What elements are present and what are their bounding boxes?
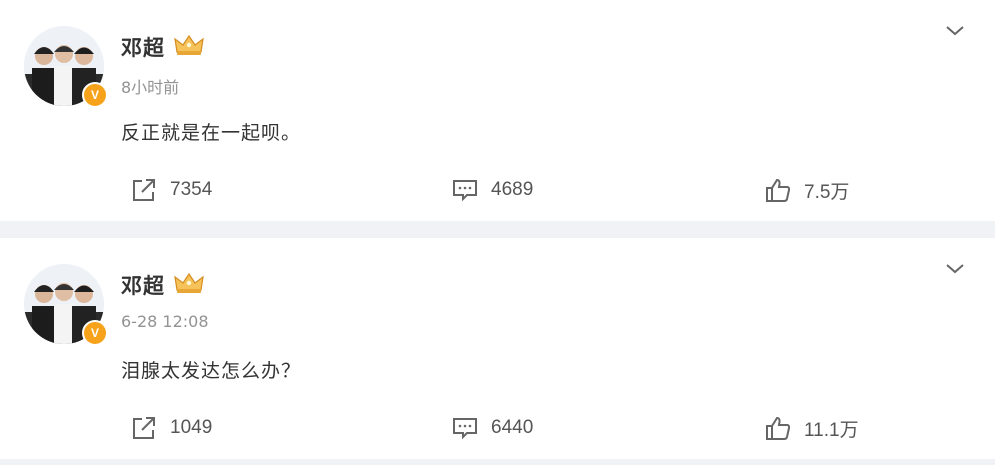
crown-icon	[174, 34, 204, 55]
repost-count: 7354	[170, 179, 213, 200]
comment-count: 6440	[491, 417, 534, 438]
crown-icon	[174, 272, 204, 293]
thumbs-up-icon	[766, 416, 791, 440]
username[interactable]: 邓超	[121, 32, 165, 62]
repost-icon	[133, 417, 155, 439]
verified-badge: V	[82, 320, 108, 346]
like-button[interactable]: 11.1万	[764, 412, 859, 444]
chevron-down-icon[interactable]	[943, 260, 967, 276]
repost-icon	[133, 179, 155, 201]
comment-button[interactable]: 4689	[451, 174, 533, 206]
repost-button[interactable]: 7354	[130, 174, 212, 206]
post-card: V 邓超 6-28 12:08 泪腺太发达怎么办？ 1049 6440 11.1…	[0, 238, 995, 459]
like-count: 7.5万	[804, 181, 850, 203]
comment-button[interactable]: 6440	[451, 412, 533, 444]
like-count: 11.1万	[804, 419, 859, 441]
comment-icon	[453, 180, 477, 202]
weibo-feed: V 邓超 8小时前 反正就是在一起呗。 7354 4689 7.5万 V 邓超 …	[0, 0, 995, 465]
thumbs-up-icon	[766, 178, 791, 202]
post-timestamp[interactable]: 8小时前	[121, 74, 179, 98]
post-card: V 邓超 8小时前 反正就是在一起呗。 7354 4689 7.5万	[0, 0, 995, 221]
username[interactable]: 邓超	[121, 270, 165, 300]
repost-button[interactable]: 1049	[130, 412, 212, 444]
repost-count: 1049	[170, 417, 213, 438]
post-text: 泪腺太发达怎么办？	[121, 360, 302, 382]
like-button[interactable]: 7.5万	[764, 174, 849, 206]
verified-badge: V	[82, 82, 108, 108]
comment-count: 4689	[491, 179, 534, 200]
post-text: 反正就是在一起呗。	[121, 122, 302, 144]
post-timestamp[interactable]: 6-28 12:08	[121, 312, 209, 331]
chevron-down-icon[interactable]	[943, 22, 967, 38]
comment-icon	[453, 418, 477, 440]
